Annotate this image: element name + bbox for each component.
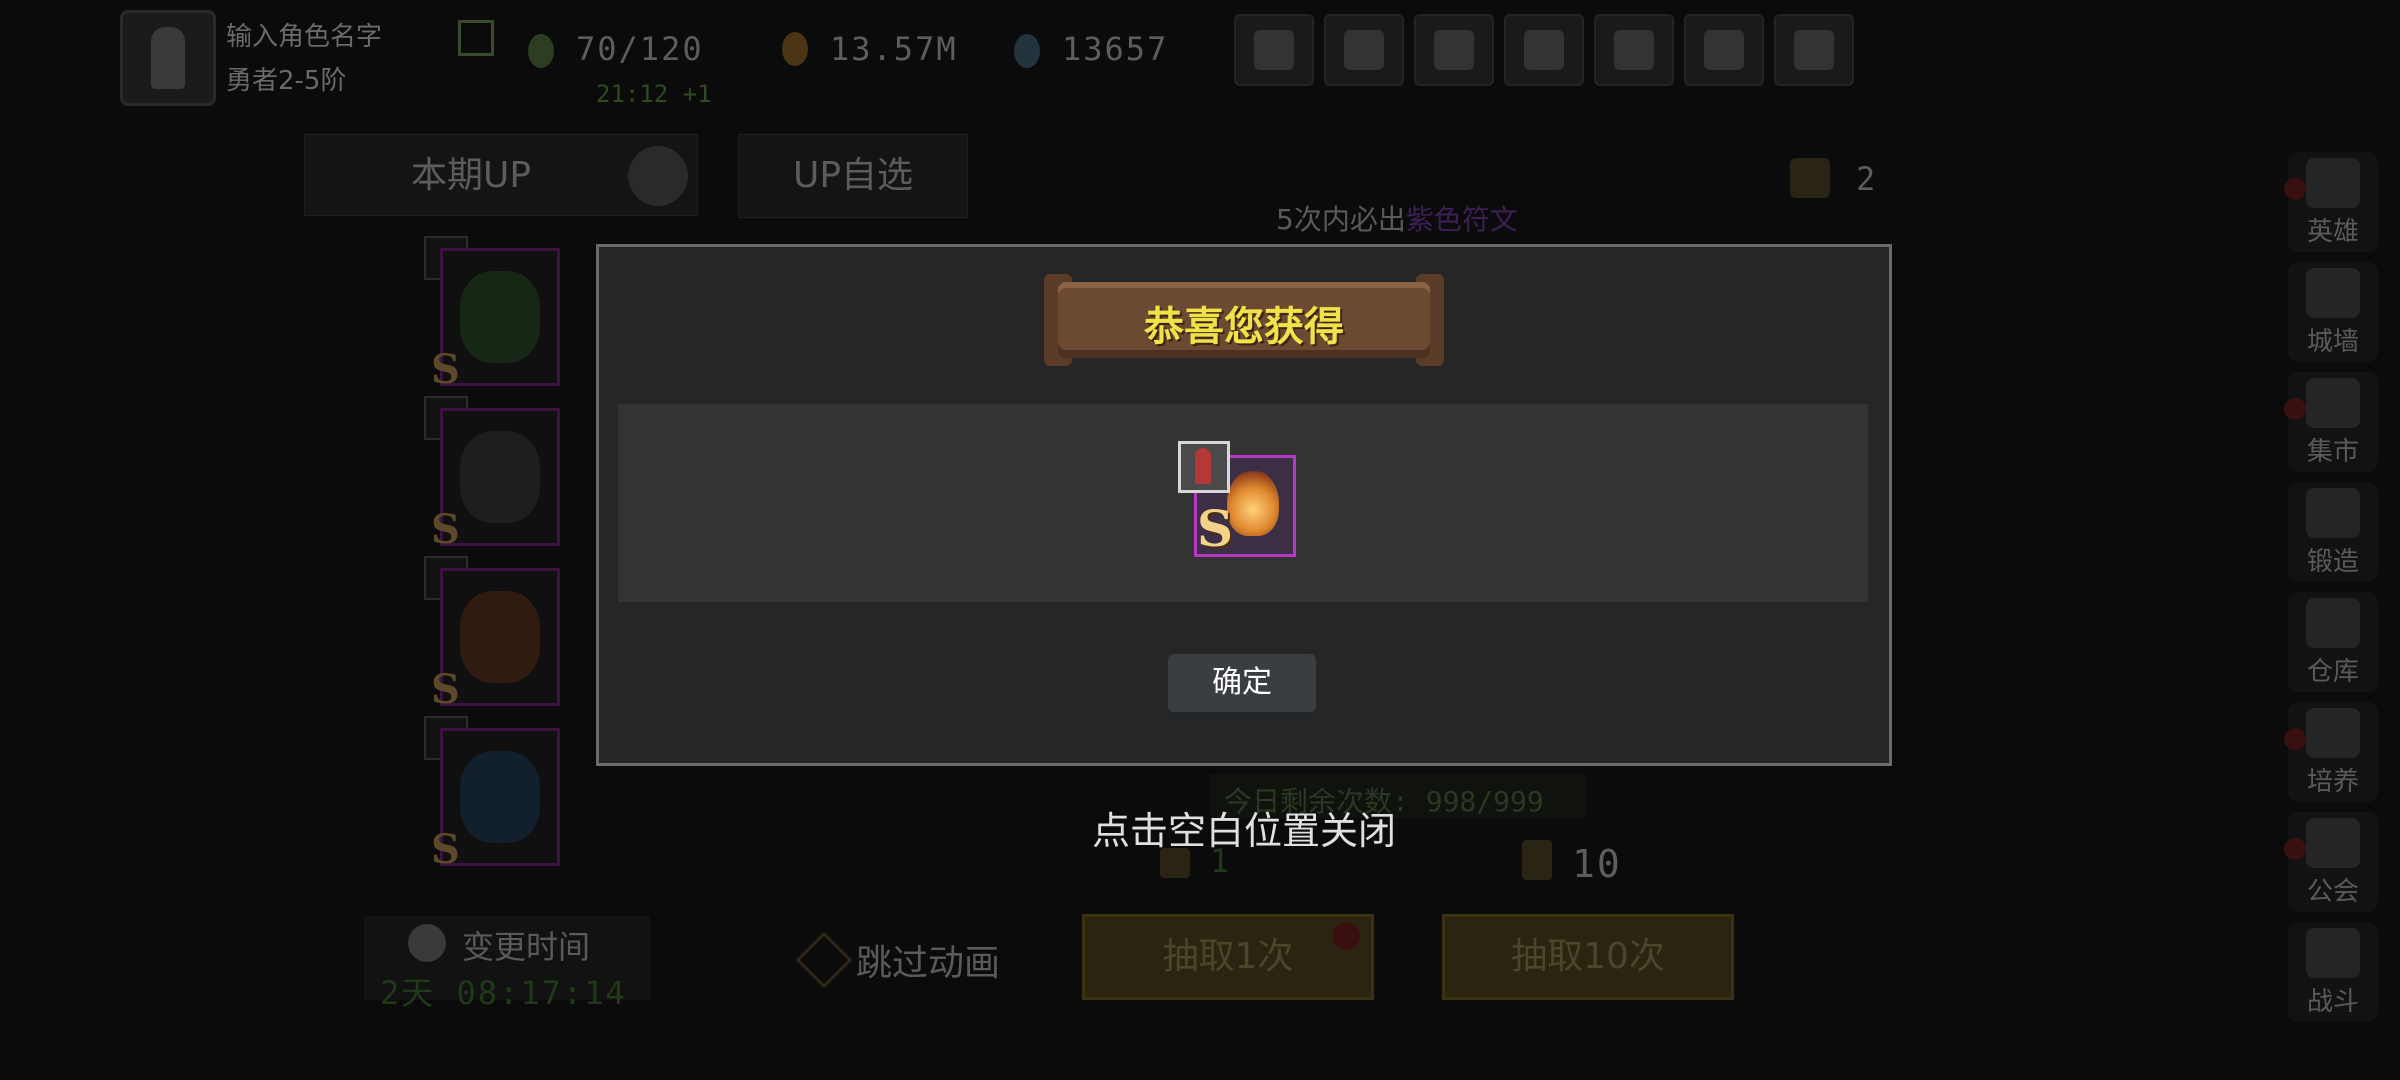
side-menu-label: 公会 xyxy=(2306,877,2359,907)
rate-up-card[interactable]: S xyxy=(431,728,560,873)
color-wheel-icon[interactable] xyxy=(1684,14,1764,86)
cost-ten: 10 xyxy=(1572,842,1622,886)
reward-hero-tag xyxy=(1178,441,1230,493)
card-grade: S xyxy=(431,826,460,873)
draw-ten-button[interactable]: 抽取10次 xyxy=(1442,914,1734,1000)
guarantee-highlight: 紫色符文 xyxy=(1405,203,1518,236)
mail-icon[interactable] xyxy=(1324,14,1404,86)
side-menu-label: 仓库 xyxy=(2306,657,2359,687)
stamina-timer: 21:12 +1 xyxy=(596,80,712,108)
wand-icon[interactable] xyxy=(1774,14,1854,86)
gold-icon xyxy=(782,32,808,66)
help-icon[interactable] xyxy=(628,146,688,206)
card-grade: S xyxy=(431,346,460,393)
change-time-label: 变更时间 xyxy=(462,928,591,966)
cart-icon[interactable] xyxy=(1234,14,1314,86)
tab-up-select[interactable]: UP自选 xyxy=(738,134,968,218)
card-grade: S xyxy=(431,666,460,713)
edit-name-icon[interactable] xyxy=(458,20,494,56)
side-menu-label: 英雄 xyxy=(2306,217,2359,247)
reward-title-banner: 恭喜您获得 xyxy=(1044,274,1444,366)
alert-badge-icon xyxy=(1332,922,1360,950)
hero-portrait-icon xyxy=(1195,448,1211,484)
side-menu-training[interactable]: 培养 xyxy=(2284,702,2378,802)
rate-up-card[interactable]: S xyxy=(431,568,560,713)
stamina-icon xyxy=(528,34,554,68)
reward-grade: S xyxy=(1197,499,1234,558)
side-menu-battle[interactable]: 战斗 xyxy=(2288,922,2378,1022)
stamina-value: 70/120 xyxy=(576,30,704,68)
skip-animation-label[interactable]: 跳过动画 xyxy=(856,934,1000,986)
gamepad-icon[interactable] xyxy=(1414,14,1494,86)
ticket-icon xyxy=(1790,158,1830,198)
confirm-button[interactable]: 确定 xyxy=(1168,654,1316,718)
ticket-count: 2 xyxy=(1856,160,1878,198)
gear-icon[interactable] xyxy=(1504,14,1584,86)
side-menu-label: 城墙 xyxy=(2306,327,2359,357)
side-menu-label: 锻造 xyxy=(2306,547,2359,577)
draw-once-button[interactable]: 抽取1次 xyxy=(1082,914,1374,1000)
gold-value: 13.57M xyxy=(830,30,958,68)
guarantee-text: 5次内必出紫色符文 xyxy=(1276,198,1518,238)
reward-title: 恭喜您获得 xyxy=(1144,304,1344,350)
player-name-field[interactable]: 输入角色名字 xyxy=(226,16,382,53)
side-menu-market[interactable]: 集市 xyxy=(2284,372,2378,472)
side-menu-warehouse[interactable]: 仓库 xyxy=(2288,592,2378,692)
rate-up-card[interactable]: S xyxy=(431,408,560,553)
side-menu-label: 集市 xyxy=(2306,437,2359,467)
gift-icon[interactable] xyxy=(1594,14,1674,86)
side-menu-hero[interactable]: 英雄 xyxy=(2284,152,2378,252)
clock-icon xyxy=(408,924,446,962)
guarantee-prefix: 5次内必出 xyxy=(1276,203,1406,236)
card-grade: S xyxy=(431,506,460,553)
close-hint: 点击空白位置关闭 xyxy=(1091,809,1396,853)
change-time-remaining: 2天 08:17:14 xyxy=(380,974,627,1012)
side-menu-guild[interactable]: 公会 xyxy=(2284,812,2378,912)
skip-checkbox[interactable] xyxy=(795,931,853,989)
rate-up-card[interactable]: S xyxy=(431,248,560,393)
side-menu-label: 培养 xyxy=(2306,767,2359,797)
side-menu-label: 战斗 xyxy=(2306,987,2359,1017)
gem-icon xyxy=(1014,34,1040,68)
ticket-icon xyxy=(1522,840,1552,880)
player-rank: 勇者2-5阶 xyxy=(226,66,347,96)
side-menu-wall[interactable]: 城墙 xyxy=(2288,262,2378,362)
gem-value: 13657 xyxy=(1062,30,1169,68)
side-menu-forge[interactable]: 锻造 xyxy=(2288,482,2378,582)
player-avatar[interactable] xyxy=(120,10,216,106)
fire-rune-icon xyxy=(1227,470,1279,536)
